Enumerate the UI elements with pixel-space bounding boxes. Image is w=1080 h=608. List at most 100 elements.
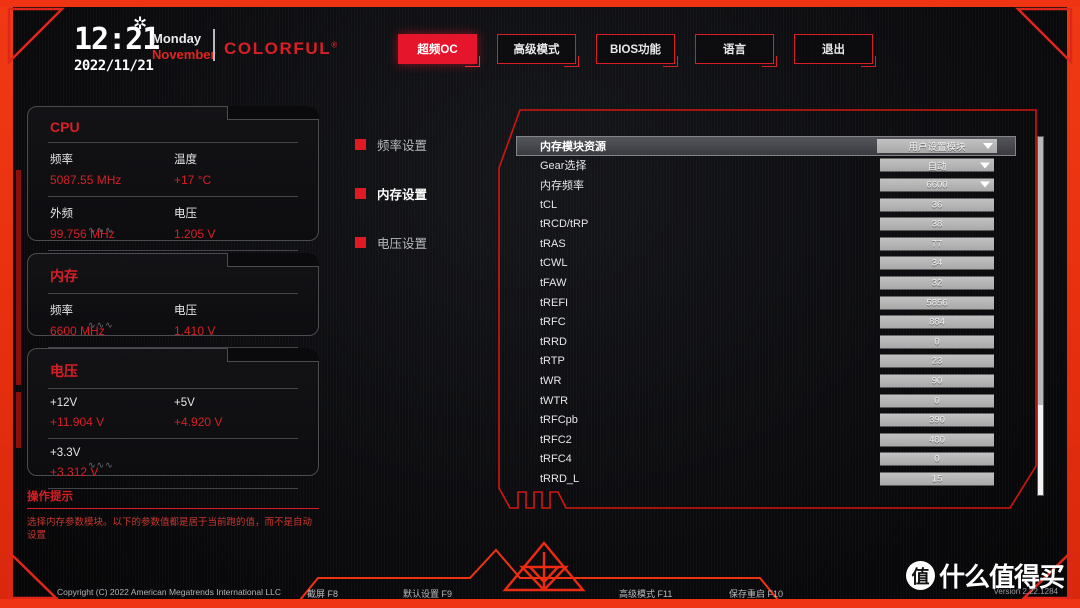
setting-value: 77: [931, 238, 943, 250]
bullet-square-icon: [355, 187, 366, 199]
settings-list[interactable]: 内存模块资源 用户设置模块 Gear选择 自动内存频率 6600 tCL 36 tRCD/tR…: [516, 136, 1016, 534]
category-item-2[interactable]: 电压设置: [355, 226, 427, 258]
setting-value-field[interactable]: 36: [880, 198, 994, 212]
setting-row[interactable]: tRCD/tRP 38: [516, 214, 1016, 234]
setting-value: 0: [934, 336, 940, 348]
nav-button-2[interactable]: BIOS功能: [596, 34, 678, 67]
chevron-down-icon[interactable]: [980, 181, 990, 188]
nav-button-label: 退出: [822, 44, 845, 56]
setting-row[interactable]: 内存模块资源 用户设置模块: [516, 136, 1016, 156]
frame-top-accent: [0, 0, 1080, 7]
setting-row[interactable]: tRRD 0: [516, 332, 1016, 352]
setting-value: 6600: [926, 179, 948, 191]
setting-row[interactable]: tCWL 34: [516, 254, 1016, 274]
setting-row[interactable]: tRFC2 480: [516, 430, 1016, 450]
nav-button-label: 语言: [723, 44, 746, 56]
category-item-0[interactable]: 频率设置: [355, 128, 427, 160]
field-label: +3.3V: [50, 447, 81, 459]
copyright-text: Copyright (C) 2022 American Megatrends I…: [57, 587, 281, 597]
setting-label: tWR: [540, 374, 562, 387]
field-label: +12V: [50, 397, 78, 409]
frame-left-accent-segment-a: [16, 170, 21, 385]
footer-shortcut-0[interactable]: 截屏 F8: [307, 587, 338, 600]
setting-dropdown[interactable]: 用户设置模块: [877, 138, 997, 153]
setting-value: 5856: [926, 297, 948, 309]
setting-dropdown[interactable]: 自动: [880, 158, 994, 172]
setting-value: 用户设置模块: [908, 141, 966, 153]
setting-value-field[interactable]: 884: [880, 315, 994, 329]
setting-row[interactable]: tRFC4 0: [516, 450, 1016, 470]
setting-value: 34: [931, 257, 943, 269]
nav-button-1[interactable]: 高级模式: [497, 34, 579, 67]
setting-value: 38: [931, 218, 943, 230]
card-field-empty: [174, 447, 298, 479]
footer-shortcut-1[interactable]: 默认设置 F9: [403, 587, 452, 600]
card-row: 频率 5087.55 MHz 温度 +17 °C: [28, 143, 318, 196]
nav-button-3[interactable]: 语言: [695, 34, 777, 67]
setting-row[interactable]: tRFC 884: [516, 312, 1016, 332]
setting-value-field[interactable]: 0: [880, 335, 994, 349]
setting-value-field[interactable]: 390: [880, 413, 994, 427]
field-label: 温度: [174, 154, 197, 166]
card-field: +5V +4.920 V: [174, 397, 298, 429]
setting-value-field[interactable]: 32: [880, 276, 994, 290]
field-value: 5087.55 MHz: [50, 173, 122, 187]
setting-value-field[interactable]: 15: [880, 472, 994, 486]
card-field: +12V +11.904 V: [50, 397, 174, 429]
setting-value-field[interactable]: 480: [880, 433, 994, 447]
setting-row[interactable]: Gear选择 自动: [516, 156, 1016, 176]
card-field: 频率 5087.55 MHz: [50, 151, 174, 187]
setting-value-field[interactable]: 77: [880, 237, 994, 251]
footer-shortcut-2[interactable]: 高级模式 F11: [619, 587, 672, 600]
setting-row[interactable]: tRTP 23: [516, 352, 1016, 372]
frame-left-accent: [0, 0, 13, 608]
chevron-down-icon[interactable]: [983, 142, 993, 149]
setting-value-field[interactable]: 5856: [880, 296, 994, 310]
chevron-down-icon[interactable]: [980, 162, 990, 169]
setting-value-field[interactable]: 0: [880, 394, 994, 408]
setting-value-field[interactable]: 38: [880, 217, 994, 231]
setting-value-field[interactable]: 34: [880, 256, 994, 270]
setting-value-field[interactable]: 90: [880, 374, 994, 388]
footer-bar: Copyright (C) 2022 American Megatrends I…: [0, 541, 1080, 608]
scrollbar-thumb[interactable]: [1038, 405, 1043, 495]
setting-row[interactable]: tCL 36: [516, 195, 1016, 215]
field-value: +11.904 V: [50, 415, 105, 429]
setting-row[interactable]: tRRD_L 15: [516, 469, 1016, 489]
field-value: +4.920 V: [174, 415, 223, 429]
category-item-1[interactable]: 内存设置: [355, 177, 427, 209]
hint-underline: [27, 508, 319, 509]
field-value: 1.205 V: [174, 227, 216, 241]
footer-shortcut-3[interactable]: 保存重启 F10: [729, 587, 783, 600]
month-name: November: [152, 47, 216, 63]
nav-button-4[interactable]: 退出: [794, 34, 876, 67]
bullet-square-icon: [355, 138, 366, 150]
setting-label: tRRD: [540, 335, 567, 348]
setting-label: 内存频率: [540, 179, 584, 192]
setting-label: tCL: [540, 198, 558, 211]
setting-row[interactable]: tFAW 32: [516, 273, 1016, 293]
scrollbar-thumb-upper[interactable]: [1038, 137, 1043, 405]
setting-row[interactable]: tWTR 0: [516, 391, 1016, 411]
watermark: 值 什么值得买: [905, 557, 1065, 594]
frame-left-accent-segment-b: [16, 392, 21, 448]
setting-value: 32: [931, 277, 943, 289]
field-label: 电压: [174, 208, 197, 220]
setting-row[interactable]: tREFI 5856: [516, 293, 1016, 313]
setting-row[interactable]: tWR 90: [516, 371, 1016, 391]
settings-scrollbar[interactable]: [1037, 136, 1044, 496]
setting-label: tRTP: [540, 355, 565, 368]
setting-row[interactable]: tRFCpb 390: [516, 410, 1016, 430]
setting-value-field[interactable]: 0: [880, 452, 994, 466]
card-zigzag-decoration: ∿∿∿: [88, 320, 114, 330]
setting-row[interactable]: tRAS 77: [516, 234, 1016, 254]
field-value: +17 °C: [174, 173, 212, 187]
setting-value-field[interactable]: 23: [880, 354, 994, 368]
watermark-badge: 值: [905, 561, 935, 590]
setting-label: tFAW: [540, 276, 567, 289]
bullet-square-icon: [355, 236, 366, 248]
card-zigzag-decoration: ∿∿∿: [88, 460, 114, 470]
setting-dropdown[interactable]: 6600: [880, 178, 994, 192]
nav-button-0[interactable]: 超频OC: [398, 34, 480, 67]
setting-row[interactable]: 内存频率 6600: [516, 175, 1016, 195]
